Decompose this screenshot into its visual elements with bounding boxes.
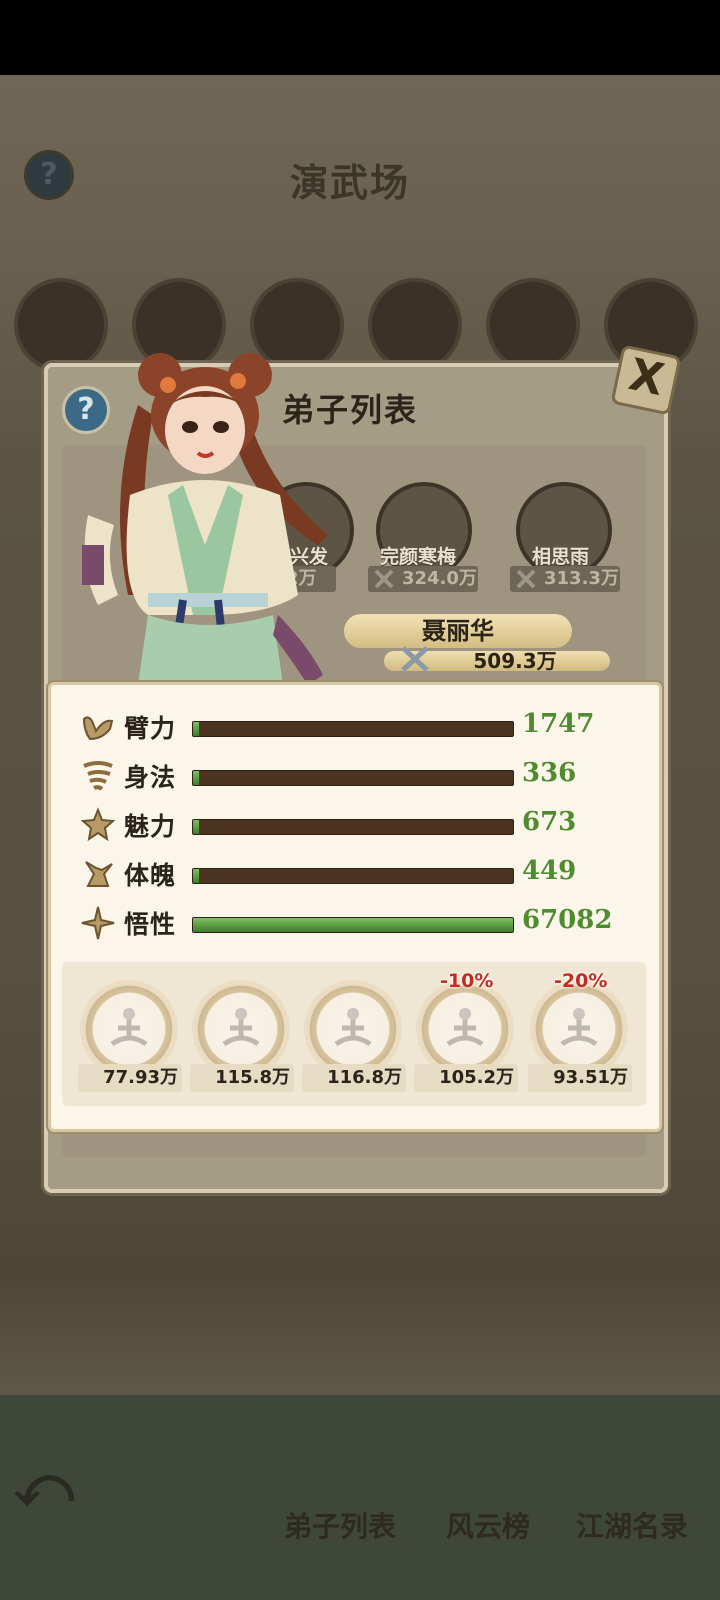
- swords-icon: [516, 569, 536, 589]
- nav-ranking[interactable]: 风云榜: [446, 1505, 530, 1545]
- nav-jianghu-roster[interactable]: 江湖名录: [576, 1505, 688, 1545]
- meditating-figure-icon: [560, 1008, 598, 1047]
- slot-power: 93.51万: [528, 1064, 632, 1092]
- discount-badge: -20%: [554, 970, 608, 992]
- slot-power: 116.8万: [302, 1064, 406, 1092]
- stat-label: 臂力: [124, 714, 177, 743]
- arena-title: 演武场: [290, 161, 411, 205]
- featured-character-portrait: [82, 353, 328, 685]
- swords-icon: [374, 569, 394, 589]
- stat-bar: [192, 819, 514, 835]
- ground: [0, 1395, 720, 1600]
- stat-bar: [192, 721, 514, 737]
- stat-value: 67082: [522, 905, 613, 935]
- featured-power: 509.3万: [384, 646, 610, 672]
- stat-label: 魅力: [124, 812, 177, 841]
- arena-portrait[interactable]: [368, 278, 462, 372]
- stat-label: 悟性: [124, 910, 177, 939]
- back-arrow-icon[interactable]: ⤺: [14, 1459, 84, 1515]
- arena-help-icon[interactable]: ?: [24, 150, 74, 200]
- sparkle-icon: [81, 906, 115, 940]
- stat-row-strength: 臂力 1747: [80, 707, 640, 747]
- stat-value: 1747: [522, 709, 595, 739]
- training-slot[interactable]: -10% 105.2万: [414, 970, 518, 1100]
- meditating-figure-icon: [222, 1008, 260, 1047]
- disciple-power: 324.0万: [368, 566, 478, 592]
- discount-badge: -10%: [440, 970, 494, 992]
- training-slot[interactable]: 77.93万: [78, 976, 182, 1100]
- arm-icon: [82, 716, 114, 741]
- slot-power: 115.8万: [190, 1064, 294, 1092]
- stat-value: 336: [522, 758, 577, 788]
- disciple-name: 完颜寒梅: [380, 546, 457, 568]
- disciple-name: 相思雨: [532, 546, 590, 568]
- stat-value: 673: [522, 807, 577, 837]
- meditating-figure-icon: [334, 1008, 372, 1047]
- stat-row-charm: 魅力 673: [80, 805, 640, 845]
- star-face-icon: [80, 807, 116, 842]
- arena-portrait[interactable]: [486, 278, 580, 372]
- status-bar: [0, 0, 720, 75]
- body-icon: [85, 861, 113, 887]
- stat-row-agility: 身法 336: [80, 756, 640, 796]
- disciple-power: 313.3万: [510, 566, 620, 592]
- slot-power: 105.2万: [414, 1064, 518, 1092]
- stat-label: 身法: [124, 763, 177, 792]
- featured-name: 聂丽华: [344, 614, 572, 648]
- close-icon[interactable]: X: [610, 344, 682, 416]
- stat-bar: [192, 868, 514, 884]
- training-slot[interactable]: -20% 93.51万: [528, 970, 632, 1100]
- nav-disciple-list[interactable]: 弟子列表: [284, 1505, 396, 1545]
- swords-icon: [401, 646, 429, 672]
- whirlwind-icon: [83, 761, 113, 791]
- meditating-figure-icon: [446, 1008, 484, 1047]
- stat-row-comprehension: 悟性 67082: [80, 903, 640, 943]
- stat-row-physique: 体魄 449: [80, 854, 640, 894]
- stat-bar: [192, 770, 514, 786]
- slot-power: 77.93万: [78, 1064, 182, 1092]
- meditating-figure-icon: [110, 1008, 148, 1047]
- training-slot[interactable]: 115.8万: [190, 976, 294, 1100]
- stat-label: 体魄: [124, 861, 177, 890]
- training-slot[interactable]: 116.8万: [302, 976, 406, 1100]
- stat-value: 449: [522, 856, 577, 886]
- stat-bar: [192, 917, 514, 933]
